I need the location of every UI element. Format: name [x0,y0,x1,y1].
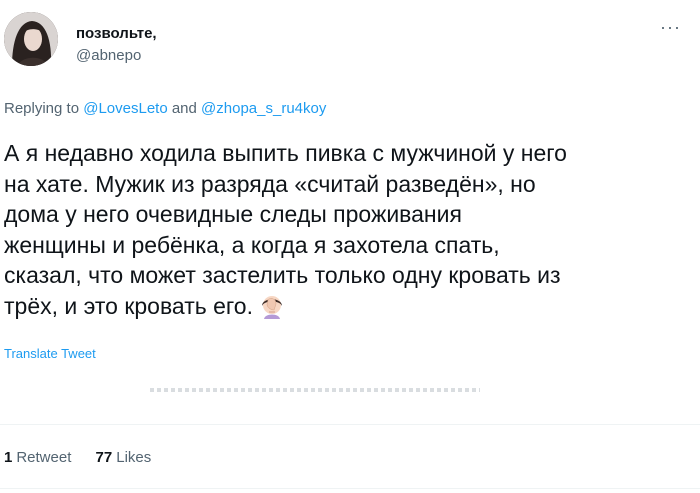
replying-to: Replying to @LovesLeto and @zhopa_s_ru4k… [4,100,326,117]
tweet-card: позвольте, @abnepo ··· Replying to @Love… [0,0,700,493]
avatar[interactable] [4,12,58,66]
tweet-text-line: А я недавно ходила выпить пивка с мужчин… [4,140,567,166]
tweet-text-line: женщины и ребёнка, а когда я захотела сп… [4,231,500,258]
tweet-text: А я недавно ходила выпить пивка с мужчин… [4,138,694,321]
author-handle[interactable]: @abnepo [76,47,141,64]
divider [0,424,700,425]
replying-to-label: Replying to [4,100,80,117]
divider [0,488,700,489]
likes-count: 77 [95,449,113,466]
tweet-stats: 1 Retweet 77 Likes [4,449,151,466]
translate-tweet-link[interactable]: Translate Tweet [4,346,96,361]
more-horizontal-icon[interactable]: ··· [660,18,681,36]
retweets-stat[interactable]: 1 Retweet [4,449,71,466]
tweet-text-line: дома у него очевидные следы проживания [4,201,462,227]
replying-to-conjunction: and [171,100,197,117]
tweet-text-last-line: трёх, и это кровать его. [4,291,694,322]
tweet-text-line: сказал, что может застелить только одну … [4,262,561,288]
retweets-count: 1 [4,449,13,466]
facepalm-woman-emoji [259,293,285,319]
avatar-photo [4,12,58,66]
likes-label: Likes [116,449,152,466]
tweet-text-line: трёх, и это кровать его. [4,292,253,319]
mention-link[interactable]: @zhopa_s_ru4koy [201,100,326,117]
author-name[interactable]: позвольте, [76,25,157,42]
tweet-text-line: на хате. Мужик из разряда «считай развед… [4,170,536,197]
faded-timestamp-line [150,388,480,392]
mention-link[interactable]: @LovesLeto [83,100,167,117]
retweets-label: Retweet [16,449,72,466]
likes-stat[interactable]: 77 Likes [96,449,152,466]
